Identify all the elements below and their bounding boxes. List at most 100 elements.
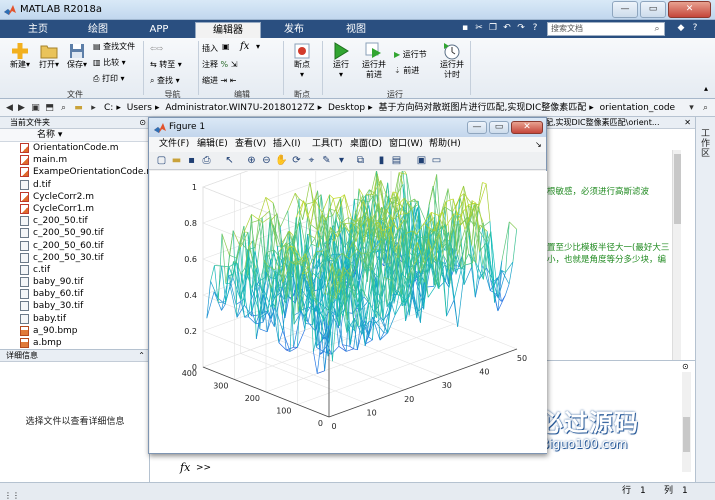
copy-icon[interactable]: ❐ bbox=[488, 22, 498, 35]
fx-icon[interactable]: fx bbox=[180, 461, 190, 474]
open-button[interactable]: 打开▾ bbox=[36, 42, 62, 70]
file-list-item[interactable]: a_90.bmp bbox=[0, 325, 149, 337]
file-list-item[interactable]: baby.tif bbox=[0, 313, 149, 325]
mesh-plot[interactable]: 00.20.40.60.81010203040500100200300400 bbox=[150, 118, 547, 453]
browse-icon[interactable]: ▣ bbox=[30, 102, 41, 114]
tab-publish[interactable]: 发布 bbox=[268, 22, 320, 38]
zoom-in-icon[interactable]: ⊕ bbox=[245, 154, 258, 167]
rotate-3d-icon[interactable]: ⟳ bbox=[290, 154, 303, 167]
insert-dropdown-icon[interactable]: ▾ bbox=[256, 42, 260, 52]
editor-close-icon[interactable]: ✕ bbox=[684, 117, 691, 128]
file-list-item[interactable]: baby_30.tif bbox=[0, 300, 149, 312]
crumb-drive[interactable]: C: bbox=[104, 103, 113, 113]
menu-dock-icon[interactable]: ↘ bbox=[535, 137, 542, 152]
minimize-button[interactable]: — bbox=[612, 1, 638, 18]
menu-edit[interactable]: 编辑(E) bbox=[197, 137, 228, 152]
menu-file[interactable]: 文件(F) bbox=[159, 137, 189, 152]
address-dropdown-icon[interactable]: ▾ bbox=[686, 102, 697, 114]
legend-icon[interactable]: ▤ bbox=[390, 154, 403, 167]
editor-scroll-thumb[interactable] bbox=[674, 154, 681, 224]
file-list-item[interactable]: c_200_50_30.tif bbox=[0, 252, 149, 264]
figure-maximize-button[interactable]: ▭ bbox=[489, 121, 509, 134]
breadcrumb-chevron-icon[interactable]: ▸ bbox=[88, 102, 99, 114]
command-menu-icon[interactable]: ⊙ bbox=[682, 362, 689, 371]
link-plot-icon[interactable]: ⧉ bbox=[354, 154, 367, 167]
menu-insert[interactable]: 插入(I) bbox=[273, 137, 301, 152]
file-list-item[interactable]: c_200_50_60.tif bbox=[0, 240, 149, 252]
print-figure-icon[interactable]: ⎙ bbox=[200, 154, 213, 167]
zoom-out-icon[interactable]: ⊖ bbox=[260, 154, 273, 167]
panel-menu-icon[interactable]: ⊙ bbox=[139, 117, 146, 129]
file-list-item[interactable]: ExampeOrientationCode.m bbox=[0, 166, 155, 178]
save-quick-icon[interactable]: ▪ bbox=[460, 22, 470, 35]
run-and-advance-button[interactable]: 运行并 前进 bbox=[360, 42, 388, 80]
editor-scrollbar[interactable] bbox=[672, 150, 681, 360]
tab-editor[interactable]: 编辑器 bbox=[195, 22, 261, 38]
tab-plots[interactable]: 绘图 bbox=[72, 22, 124, 38]
file-list-item[interactable]: baby_90.tif bbox=[0, 276, 149, 288]
insert-button[interactable]: 插入 bbox=[202, 44, 218, 54]
file-list-item[interactable]: c_200_50.tif bbox=[0, 215, 149, 227]
menu-help[interactable]: 帮助(H) bbox=[429, 137, 461, 152]
undo-icon[interactable]: ↶ bbox=[502, 22, 512, 35]
compare-button[interactable]: ▥ 比较 ▾ bbox=[93, 58, 126, 68]
file-list-item[interactable]: c.tif bbox=[0, 264, 149, 276]
crumb-desktop[interactable]: Desktop bbox=[328, 103, 365, 113]
file-list-item[interactable]: d.tif bbox=[0, 179, 149, 191]
close-button[interactable]: ✕ bbox=[668, 1, 711, 18]
help-quick-icon[interactable]: ? bbox=[530, 22, 540, 35]
file-list-item[interactable]: CycleCorr2.m bbox=[0, 191, 149, 203]
menu-view[interactable]: 查看(V) bbox=[235, 137, 266, 152]
breakpoints-button[interactable]: 断点 ▾ bbox=[288, 42, 316, 80]
search-address-icon[interactable]: ⌕ bbox=[700, 102, 711, 114]
crumb-folder[interactable]: orientation_code bbox=[600, 103, 675, 113]
workspace-panel[interactable]: 工作区 bbox=[695, 117, 715, 482]
data-cursor-icon[interactable]: ⌖ bbox=[305, 154, 318, 167]
save-button[interactable]: 保存▾ bbox=[64, 42, 90, 70]
column-header-name[interactable]: 名称 ▾ bbox=[0, 129, 149, 142]
hide-plot-tools-icon[interactable]: ▭ bbox=[430, 154, 443, 167]
ribbon-collapse-icon[interactable]: ▴ bbox=[704, 84, 708, 94]
pan-hand-icon[interactable]: ✋ bbox=[275, 154, 288, 167]
figure-close-button[interactable]: ✕ bbox=[511, 121, 543, 134]
run-section-button[interactable]: ▶ 运行节 bbox=[394, 50, 427, 60]
open-file-icon[interactable]: ▬ bbox=[170, 154, 183, 167]
comment-button[interactable]: 注释 % ⇲ bbox=[202, 60, 237, 70]
crumb-project[interactable]: 基于方向码对散斑图片进行匹配,实现DIC整像素匹配 bbox=[379, 103, 587, 113]
insert-section-icon[interactable]: ▣ bbox=[222, 42, 230, 52]
file-list-item[interactable]: CycleCorr1.m bbox=[0, 203, 149, 215]
run-button[interactable]: 运行 ▾ bbox=[328, 42, 354, 80]
file-list-item[interactable]: main.m bbox=[0, 154, 149, 166]
figure-window[interactable]: Figure 1 — ▭ ✕ 文件(F) 编辑(E) 查看(V) 插入(I) 工… bbox=[148, 117, 547, 454]
print-button[interactable]: ⎙ 打印 ▾ bbox=[93, 74, 125, 84]
tab-view[interactable]: 视图 bbox=[330, 22, 382, 38]
command-scrollbar[interactable] bbox=[682, 372, 691, 472]
menu-desktop[interactable]: 桌面(D) bbox=[350, 137, 382, 152]
search-documentation-input[interactable]: 搜索文档 ⌕ bbox=[547, 22, 665, 36]
up-folder-icon[interactable]: ⬒ bbox=[44, 102, 55, 114]
file-list-item[interactable]: c_200_50_90.tif bbox=[0, 227, 149, 239]
help-icon[interactable]: ? bbox=[690, 22, 700, 35]
run-and-time-button[interactable]: 运行并 计时 bbox=[438, 42, 466, 80]
pointer-icon[interactable]: ↖ bbox=[223, 154, 236, 167]
cut-icon[interactable]: ✂ bbox=[474, 22, 484, 35]
community-icon[interactable]: ◆ bbox=[676, 22, 686, 35]
brush-icon[interactable]: ✎ bbox=[320, 154, 333, 167]
search-folder-icon[interactable]: ⌕ bbox=[58, 102, 69, 114]
figure-title-bar[interactable]: Figure 1 — ▭ ✕ bbox=[149, 118, 546, 137]
file-list-item[interactable]: baby_60.tif bbox=[0, 288, 149, 300]
colorbar-icon[interactable]: ▮ bbox=[375, 154, 388, 167]
back-arrow-icon[interactable]: ◀ bbox=[4, 102, 15, 114]
fx-button[interactable]: fx bbox=[240, 42, 249, 52]
find-button[interactable]: ⌕ 查找 ▾ bbox=[150, 76, 180, 86]
save-figure-icon[interactable]: ▪ bbox=[185, 154, 198, 167]
tab-apps[interactable]: APP bbox=[133, 22, 185, 38]
command-scroll-thumb[interactable] bbox=[683, 417, 690, 452]
menu-tools[interactable]: 工具(T) bbox=[312, 137, 343, 152]
goto-button[interactable]: ⇆ 转至 ▾ bbox=[150, 60, 182, 70]
file-list-item[interactable]: OrientationCode.m bbox=[0, 142, 149, 154]
file-list-item[interactable]: a.bmp bbox=[0, 337, 149, 349]
details-expand-icon[interactable]: ⌃ bbox=[138, 350, 145, 362]
maximize-button[interactable]: ▭ bbox=[640, 1, 666, 18]
search-icon[interactable]: ⌕ bbox=[651, 23, 663, 35]
